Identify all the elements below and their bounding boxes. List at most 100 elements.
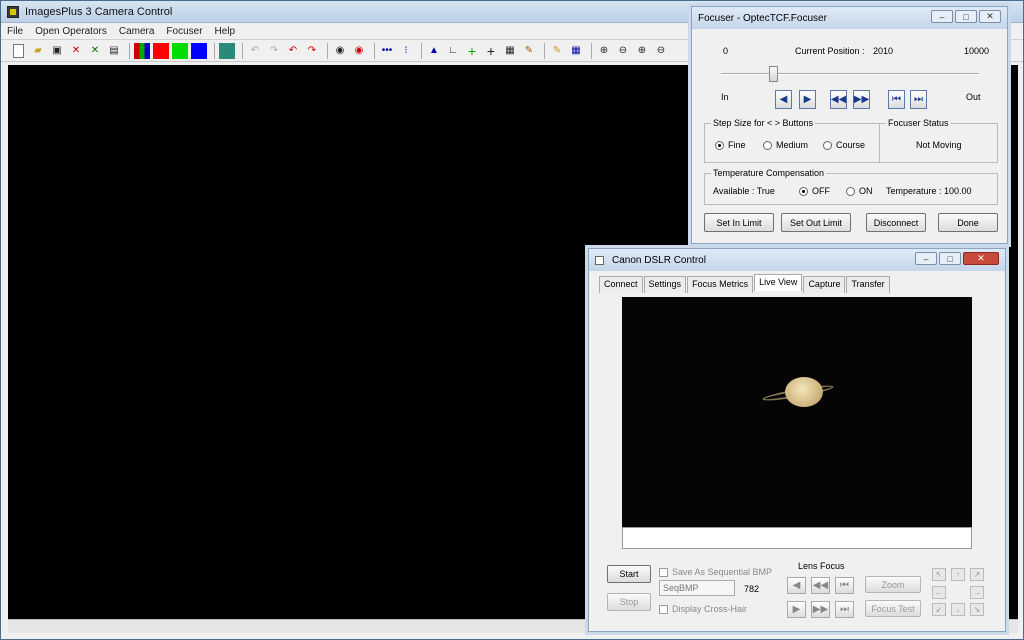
tab-live-view[interactable]: Live View: [754, 274, 803, 291]
arrow-down-left-icon[interactable]: ↙: [932, 603, 946, 616]
tab-connect[interactable]: Connect: [599, 276, 643, 293]
new-icon[interactable]: [13, 43, 24, 58]
lens-focus-in-medium[interactable]: ◀◀: [811, 577, 830, 594]
menu-help[interactable]: Help: [215, 26, 236, 37]
zoom-fit-icon[interactable]: ⊕: [634, 43, 650, 59]
toolbar-separator: [421, 42, 422, 59]
tab-bar: Connect Settings Focus Metrics Live View…: [599, 274, 891, 293]
curves-icon[interactable]: ∟: [445, 43, 461, 59]
blue-channel-icon[interactable]: [191, 42, 207, 59]
zoom-out-icon[interactable]: ⊖: [615, 43, 631, 59]
record-icon[interactable]: ◉: [332, 43, 348, 59]
focuser-status-title: Focuser Status: [886, 118, 951, 128]
arrow-up-icon[interactable]: ↑: [951, 568, 965, 581]
large-out-button[interactable]: ⏭: [910, 90, 927, 109]
menu-focuser[interactable]: Focuser: [166, 26, 202, 37]
step-out-button[interactable]: ▶: [799, 90, 816, 109]
cancel-icon[interactable]: ✕: [87, 43, 103, 59]
undo-icon[interactable]: ↶: [247, 43, 263, 59]
menu-camera[interactable]: Camera: [119, 26, 155, 37]
temp-off-radio[interactable]: OFF: [799, 186, 830, 196]
tab-focus-metrics[interactable]: Focus Metrics: [687, 276, 754, 293]
live-view-display[interactable]: [622, 297, 972, 527]
arrow-up-left-icon[interactable]: ↖: [932, 568, 946, 581]
lens-focus-out-small[interactable]: ▶: [787, 601, 806, 618]
start-button[interactable]: Start: [607, 565, 651, 583]
medium-in-button[interactable]: ◀◀: [830, 90, 847, 109]
seq-filename-field[interactable]: SeqBMP: [659, 580, 735, 596]
points-icon[interactable]: ⁝: [398, 43, 414, 59]
out-label: Out: [966, 92, 981, 102]
toolbar-separator: [374, 42, 375, 59]
close-button[interactable]: ✕: [963, 252, 999, 265]
redo-all-icon[interactable]: ↷: [304, 43, 320, 59]
temp-on-radio[interactable]: ON: [846, 186, 873, 196]
arrow-left-icon[interactable]: ←: [932, 586, 946, 599]
print-icon[interactable]: ▤: [106, 43, 122, 59]
zoom-actual-icon[interactable]: ⊖: [653, 43, 669, 59]
undo-all-icon[interactable]: ↶: [285, 43, 301, 59]
focus-test-button[interactable]: Focus Test: [865, 600, 921, 617]
close-button[interactable]: ✕: [979, 10, 1001, 23]
lens-focus-out-large[interactable]: ⏭: [835, 601, 854, 618]
menu-file[interactable]: File: [7, 26, 23, 37]
focuser-titlebar: Focuser - OptecTCF.Focuser – □ ✕: [692, 7, 1007, 29]
histogram-icon[interactable]: ▲: [426, 43, 442, 59]
table-icon[interactable]: ▦: [568, 43, 584, 59]
large-in-button[interactable]: ⏮: [888, 90, 905, 109]
save-icon[interactable]: ▣: [49, 43, 65, 59]
step-medium-label: Medium: [776, 140, 809, 150]
zoom-button[interactable]: Zoom: [865, 576, 921, 593]
menu-open-operators[interactable]: Open Operators: [35, 26, 107, 37]
step-medium-radio[interactable]: Medium: [763, 140, 808, 150]
arrow-down-right-icon[interactable]: ↘: [970, 603, 984, 616]
window-controls: – □ ✕: [929, 10, 1001, 23]
redo-icon[interactable]: ↷: [266, 43, 282, 59]
set-in-limit-button[interactable]: Set In Limit: [704, 213, 774, 232]
lens-focus-in-small[interactable]: ◀: [787, 577, 806, 594]
seq-number: 782: [744, 584, 760, 594]
stop-button[interactable]: Stop: [607, 593, 651, 611]
maximize-button[interactable]: □: [955, 10, 977, 23]
open-icon[interactable]: ▰: [30, 43, 46, 59]
dots-icon[interactable]: •••: [379, 43, 395, 59]
medium-out-button[interactable]: ▶▶: [853, 90, 870, 109]
tab-transfer[interactable]: Transfer: [846, 276, 890, 293]
temperature-group: Temperature Compensation Available : Tru…: [704, 168, 998, 205]
red-channel-icon[interactable]: [153, 42, 169, 59]
step-course-radio[interactable]: Course: [823, 140, 865, 150]
paint-icon[interactable]: ✎: [521, 43, 537, 59]
arrow-right-icon[interactable]: →: [970, 586, 984, 599]
record-red-icon[interactable]: ◉: [351, 43, 367, 59]
rgb-icon[interactable]: [134, 42, 150, 59]
lens-focus-out-medium[interactable]: ▶▶: [811, 601, 830, 618]
maximize-button[interactable]: □: [939, 252, 961, 265]
crosshair-green-icon[interactable]: +: [464, 43, 480, 59]
cross-hair-checkbox[interactable]: Display Cross-Hair: [659, 604, 747, 614]
crosshair-icon[interactable]: +: [483, 43, 499, 59]
close-icon[interactable]: ✕: [68, 43, 84, 59]
minimize-button[interactable]: –: [915, 252, 937, 265]
done-button[interactable]: Done: [938, 213, 998, 232]
set-out-limit-button[interactable]: Set Out Limit: [781, 213, 851, 232]
window-controls: – □ ✕: [913, 252, 999, 265]
zoom-in-icon[interactable]: ⊕: [596, 43, 612, 59]
tab-capture[interactable]: Capture: [803, 276, 846, 293]
temp-off-label: OFF: [812, 186, 830, 196]
position-slider-thumb[interactable]: [768, 66, 778, 82]
disconnect-button[interactable]: Disconnect: [866, 213, 926, 232]
arrow-down-icon[interactable]: ↓: [951, 603, 965, 616]
lens-focus-in-large[interactable]: ⏮: [835, 577, 854, 594]
minimize-button[interactable]: –: [931, 10, 953, 23]
grid-icon[interactable]: [219, 42, 235, 59]
position-slider-track[interactable]: [721, 73, 979, 75]
save-sequential-checkbox[interactable]: Save As Sequential BMP: [659, 567, 772, 577]
arrow-up-right-icon[interactable]: ↗: [970, 568, 984, 581]
green-channel-icon[interactable]: [172, 42, 188, 59]
checkbox-box: [659, 604, 668, 614]
step-in-button[interactable]: ◀: [775, 90, 792, 109]
tab-settings[interactable]: Settings: [643, 276, 687, 293]
pencil-icon[interactable]: ✎: [549, 43, 565, 59]
step-fine-radio[interactable]: Fine: [715, 140, 746, 150]
calculator-icon[interactable]: ▦: [502, 43, 518, 59]
